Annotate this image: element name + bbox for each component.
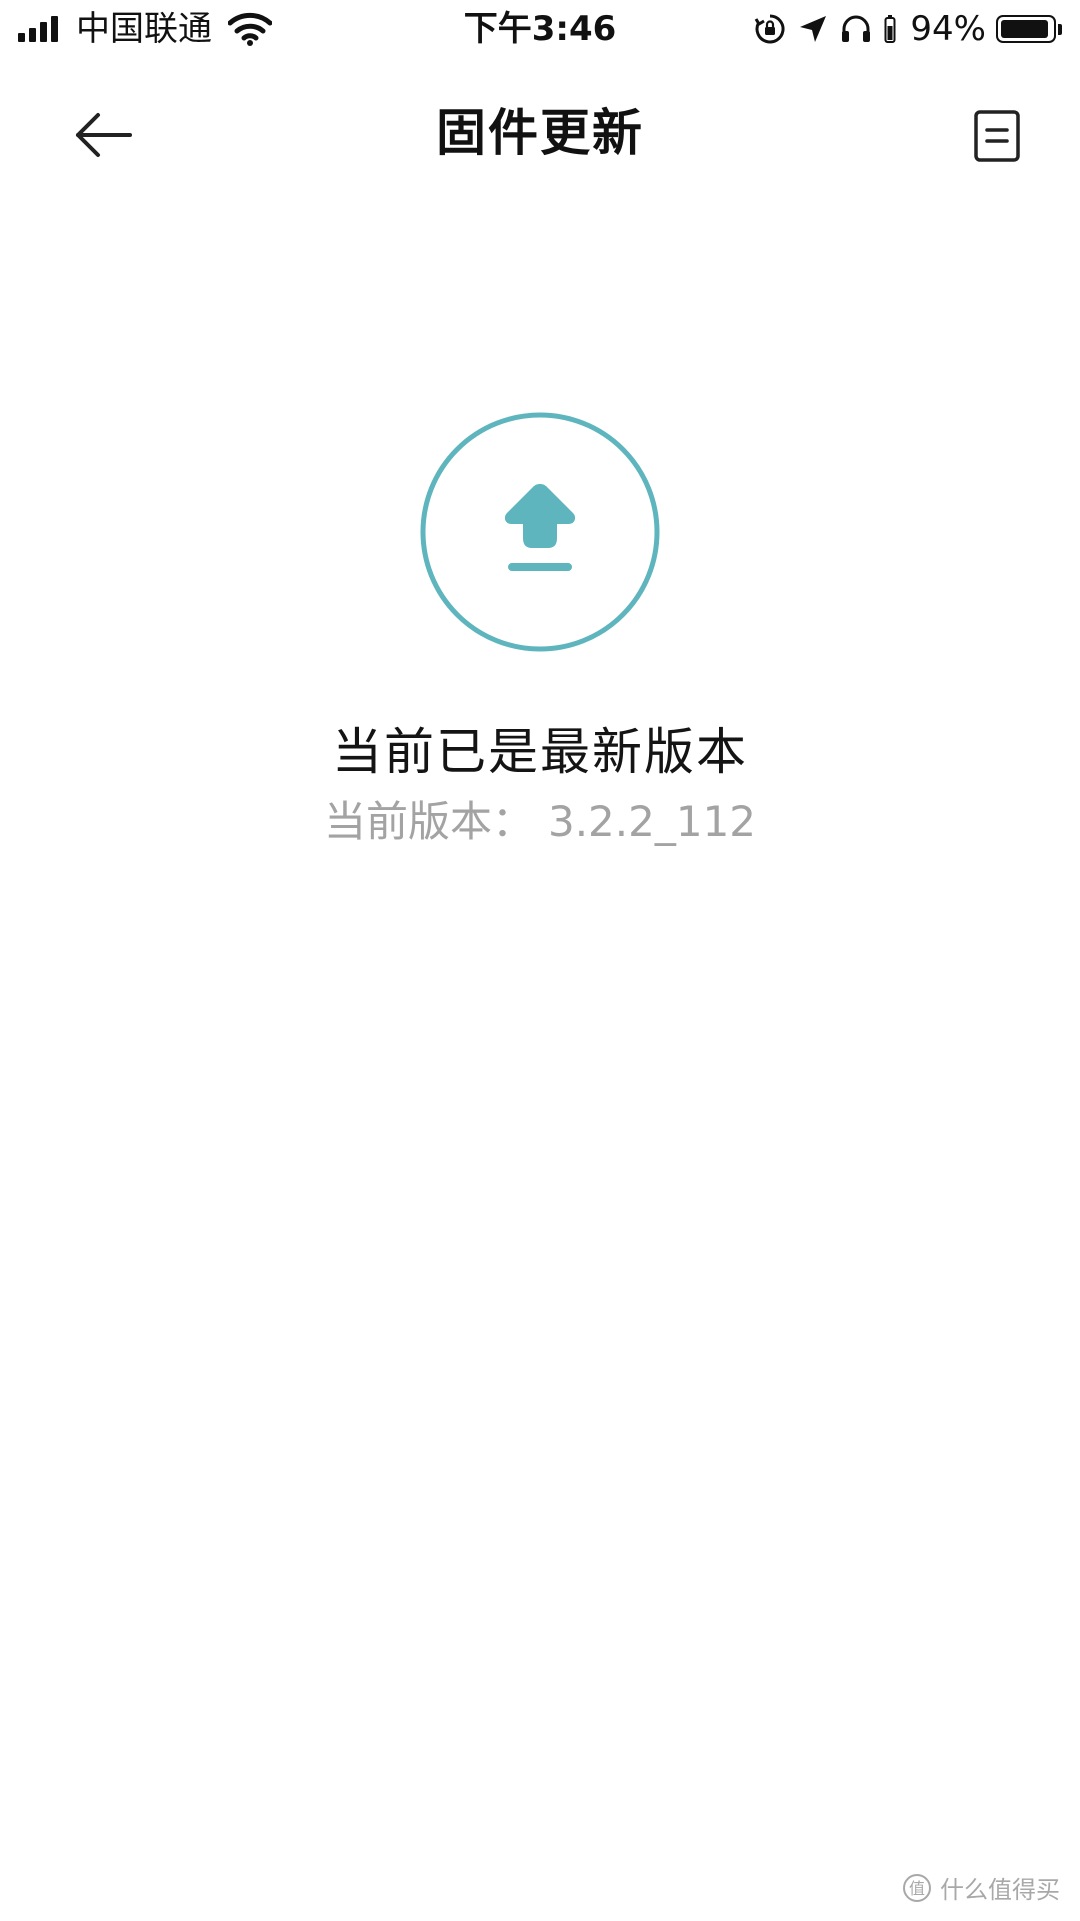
battery-icon [996,15,1056,43]
navigation-bar: 固件更新 [0,70,1080,196]
upload-arrow-icon [420,412,660,652]
version-value: 3.2.2_112 [547,797,757,846]
update-status-text: 当前已是最新版本 [332,723,748,781]
battery-percent: 94% [910,9,986,49]
version-label: 当前版本： [323,797,534,846]
firmware-status-graphic [420,412,660,652]
svg-text:值: 值 [909,1879,925,1898]
watermark: 值 什么值得买 [902,1870,1060,1905]
status-bar: 中国联通 下午3:46 94% [0,0,1080,60]
document-icon [974,110,1020,162]
page-title: 固件更新 [436,104,644,162]
current-version: 当前版本： 3.2.2_112 [0,792,1080,852]
status-bar-right: 94% [754,6,1062,52]
smzdm-logo-icon: 值 [903,1873,931,1902]
update-log-button[interactable] [972,108,1022,164]
headphones-icon [842,15,871,42]
battery-cap [1058,23,1062,35]
location-arrow-icon [800,16,827,42]
headphone-battery-icon [884,15,896,43]
battery-fill [1001,20,1048,38]
watermark-text: 什么值得买 [940,1876,1060,1904]
rotation-lock-icon [755,14,785,44]
